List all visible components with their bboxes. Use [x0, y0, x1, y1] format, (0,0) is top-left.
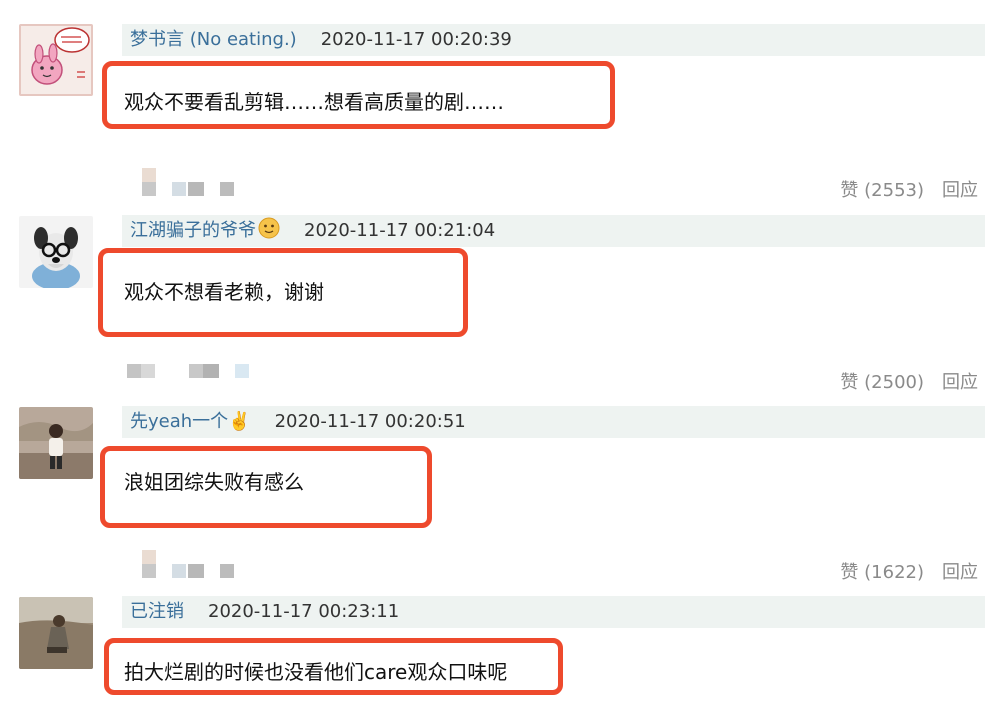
comment-text: 观众不想看老赖，谢谢 [124, 280, 324, 304]
comment-meta: 已注销 2020-11-17 00:23:11 [122, 596, 985, 628]
username-link[interactable]: 江湖骗子的爷爷 [130, 217, 280, 241]
comment-time: 2020-11-17 00:23:11 [208, 601, 400, 622]
comment-actions: 赞 (2553) 回应 [840, 176, 978, 202]
like-button[interactable]: 赞 (2553) [840, 180, 924, 201]
comment-time: 2020-11-17 00:21:04 [304, 220, 496, 241]
comment-text: 拍大烂剧的时候也没看他们care观众口味呢 [124, 660, 508, 684]
comment-actions: 赞 (1622) 回应 [840, 558, 978, 584]
comment-meta: 先yeah一个✌️ 2020-11-17 00:20:51 [122, 406, 985, 438]
avatar[interactable] [19, 216, 93, 288]
like-button[interactable]: 赞 (1622) [840, 562, 924, 583]
comment-meta: 江湖骗子的爷爷 2020-11-17 00:21:04 [122, 215, 985, 247]
comment-time: 2020-11-17 00:20:39 [320, 29, 512, 50]
avatar-cartoon-icon [19, 24, 93, 96]
avatar-dog-icon [19, 216, 93, 288]
avatar-child-icon [19, 407, 93, 479]
avatar-person-icon [19, 597, 93, 669]
comment-footer: 赞 (1622) 回应 [0, 550, 1000, 583]
reply-button[interactable]: 回应 [942, 180, 978, 201]
comment-text: 浪姐团综失败有感么 [124, 470, 304, 494]
comment-footer: 赞 (2553) 回应 [0, 168, 1000, 201]
smiley-emoji-icon [258, 217, 280, 239]
reply-button[interactable]: 回应 [942, 562, 978, 583]
username-link[interactable]: 先yeah一个✌️ [130, 411, 251, 432]
comment-actions: 赞 (2500) 回应 [840, 368, 978, 394]
like-button[interactable]: 赞 (2500) [840, 372, 924, 393]
comment-time: 2020-11-17 00:20:51 [274, 411, 466, 432]
avatar[interactable] [19, 24, 93, 96]
user-tag: (No eating.) [189, 29, 297, 50]
username-link[interactable]: 已注销 [130, 601, 184, 622]
avatar[interactable] [19, 407, 93, 479]
comment-meta: 梦书言 (No eating.) 2020-11-17 00:20:39 [122, 24, 985, 56]
username-link[interactable]: 梦书言 (No eating.) [130, 29, 297, 50]
comment-footer: 赞 (2500) 回应 [0, 360, 1000, 393]
avatar[interactable] [19, 597, 93, 669]
comment-text: 观众不要看乱剪辑……想看高质量的剧…… [124, 90, 504, 114]
reply-button[interactable]: 回应 [942, 372, 978, 393]
